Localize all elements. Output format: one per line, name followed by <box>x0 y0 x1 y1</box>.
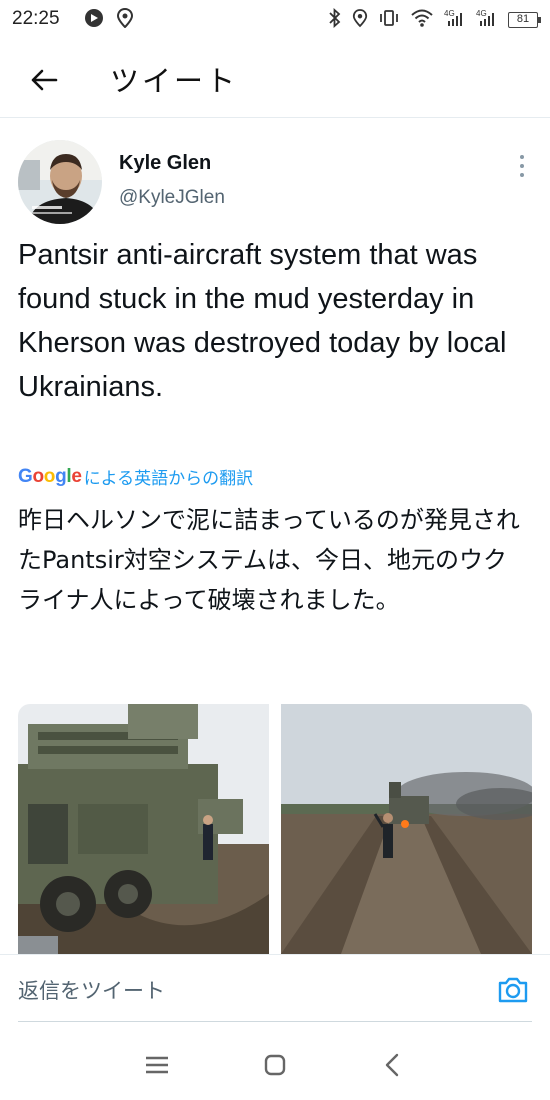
author-name[interactable]: Kyle Glen <box>119 152 211 175</box>
location-icon <box>116 7 134 32</box>
home-square-icon <box>264 1054 286 1076</box>
home-button[interactable] <box>260 1050 290 1080</box>
avatar[interactable] <box>18 140 102 224</box>
back-chevron-icon <box>385 1053 399 1077</box>
tweet-photo-2[interactable] <box>281 704 532 954</box>
more-dot <box>520 173 524 177</box>
tweet-text: Pantsir anti-aircraft system that was fo… <box>18 239 507 403</box>
vibrate-icon <box>378 8 400 32</box>
battery-icon: 81 <box>508 12 541 28</box>
system-navigation-bar <box>0 1030 550 1100</box>
status-time: 22:25 <box>12 8 60 29</box>
google-logo: Google <box>18 465 82 487</box>
status-bar: 22:25 4G 4G 81 <box>0 0 550 38</box>
system-back-button[interactable] <box>377 1050 407 1080</box>
arrow-left-icon <box>31 69 58 91</box>
more-vertical-icon <box>520 155 524 159</box>
page-title: ツイート <box>110 64 239 98</box>
translation-label: による英語からの翻訳 <box>83 469 254 489</box>
svg-text:4G: 4G <box>476 9 487 18</box>
tweet-photo-1[interactable] <box>18 704 269 954</box>
signal-4g-icon: 4G <box>476 8 498 32</box>
author-handle[interactable]: @KyleJGlen <box>119 187 225 209</box>
wifi-icon <box>410 8 434 32</box>
reply-input[interactable]: 返信をツイート <box>18 975 165 1005</box>
more-dot <box>520 164 524 168</box>
signal-4g-icon: 4G <box>444 8 466 32</box>
recent-apps-button[interactable] <box>142 1050 172 1080</box>
svg-text:4G: 4G <box>444 9 455 18</box>
top-app-bar: ツイート <box>0 38 550 118</box>
location-icon <box>352 8 368 32</box>
translated-text: 昨日ヘルソンで泥に詰まっているのが発見されたPantsir対空システムは、今日、… <box>18 506 520 614</box>
bluetooth-icon <box>328 7 342 32</box>
media-icon <box>84 8 104 32</box>
reply-underline <box>18 1021 532 1022</box>
translation-attribution[interactable]: Google による英語からの翻訳 <box>18 464 254 490</box>
camera-button[interactable] <box>496 973 530 1007</box>
back-button[interactable] <box>24 60 64 100</box>
more-options-button[interactable] <box>516 152 528 180</box>
menu-icon <box>146 1056 168 1074</box>
reply-composer: 返信をツイート <box>0 954 550 1026</box>
camera-icon <box>498 977 528 1003</box>
